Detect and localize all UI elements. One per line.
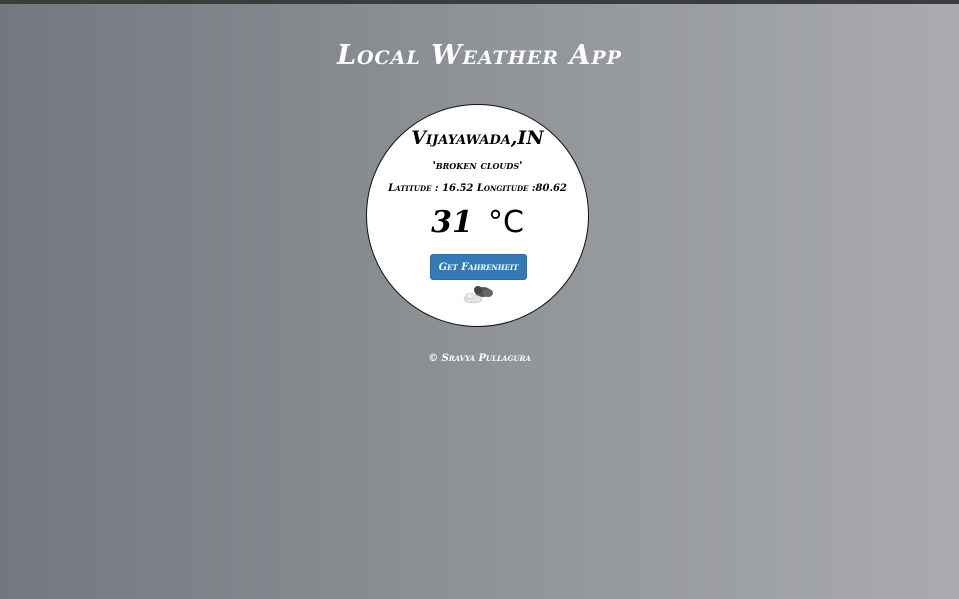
get-fahrenheit-button[interactable]: Get Fahrenheit [430, 254, 527, 280]
page-title: Local Weather App [337, 40, 622, 71]
top-bar [0, 0, 959, 4]
temperature-unit: °C [487, 205, 524, 240]
temperature-display: 31 °C [367, 205, 588, 240]
temperature-value: 31 [431, 205, 473, 240]
location-name: Vijayawada,IN [411, 127, 544, 149]
weather-card: Vijayawada,IN 'broken clouds' Latitude :… [366, 104, 589, 327]
weather-description: 'broken clouds' [432, 159, 523, 172]
footer-credit: © Sravya Pullagura [428, 353, 531, 364]
coordinates: Latitude : 16.52 Longitude :80.62 [388, 183, 567, 194]
broken-clouds-icon [463, 286, 493, 304]
